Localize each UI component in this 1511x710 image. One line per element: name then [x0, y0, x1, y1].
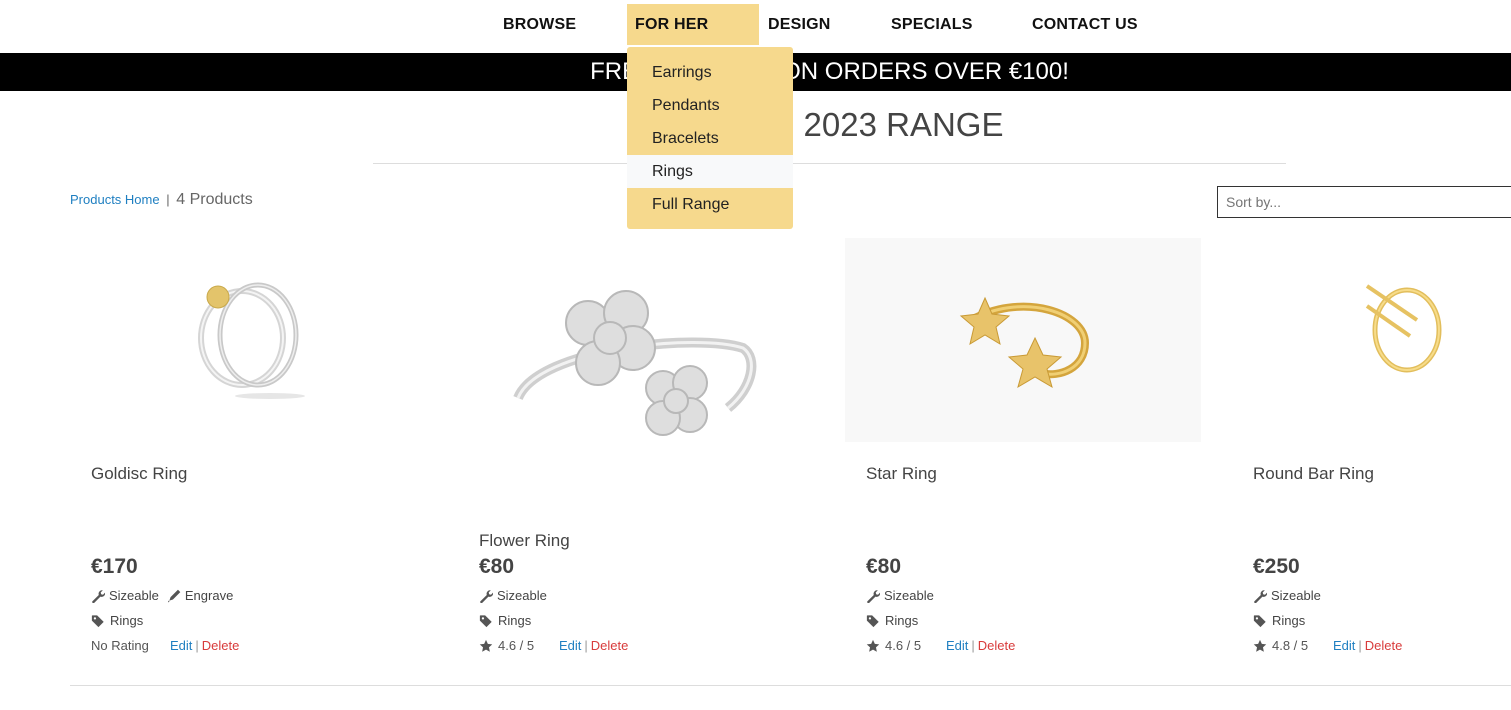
dropdown-item-full-range[interactable]: Full Range — [627, 188, 793, 221]
edit-link[interactable]: Edit — [170, 638, 192, 653]
product-category: Rings — [1253, 613, 1305, 628]
rating-value: 4.6 / 5 — [885, 638, 922, 653]
top-navigation: BROWSE FOR HER DESIGN SPECIALS CONTACT U… — [0, 0, 1511, 53]
product-card[interactable]: Goldisc Ring €170 Sizeable Engrave Rings… — [70, 238, 430, 653]
feature-sizeable: Sizeable — [1271, 588, 1321, 603]
action-separator: | — [1358, 638, 1362, 653]
category-label[interactable]: Rings — [110, 613, 143, 628]
edit-link[interactable]: Edit — [559, 638, 581, 653]
tag-icon — [479, 614, 492, 627]
feature-sizeable: Sizeable — [109, 588, 159, 603]
rating-value: No Rating — [91, 638, 149, 653]
breadcrumb: Products Home | 4 Products — [70, 191, 253, 209]
product-features: Sizeable — [479, 588, 547, 603]
breadcrumb-products-home-link[interactable]: Products Home — [70, 192, 160, 207]
product-card[interactable]: Star Ring €80 Sizeable Rings 4.6 / 5 Edi… — [845, 238, 1205, 653]
dropdown-item-earrings[interactable]: Earrings — [627, 56, 793, 89]
action-separator: | — [971, 638, 975, 653]
delete-link[interactable]: Delete — [1365, 638, 1403, 653]
product-features: Sizeable Engrave — [91, 588, 233, 603]
product-category: Rings — [91, 613, 143, 628]
tag-icon — [866, 614, 879, 627]
edit-link[interactable]: Edit — [946, 638, 968, 653]
feature-sizeable: Sizeable — [884, 588, 934, 603]
product-features: Sizeable — [1253, 588, 1321, 603]
product-category: Rings — [479, 613, 531, 628]
edit-link[interactable]: Edit — [1333, 638, 1355, 653]
wrench-icon — [480, 589, 493, 603]
category-label[interactable]: Rings — [498, 613, 531, 628]
wrench-icon — [92, 589, 105, 603]
product-rating: 4.6 / 5 — [866, 638, 946, 653]
range-divider — [373, 163, 1286, 164]
nav-design[interactable]: DESIGN — [768, 4, 831, 45]
product-price: €80 — [866, 555, 902, 578]
rating-value: 4.8 / 5 — [1272, 638, 1309, 653]
action-separator: | — [195, 638, 199, 653]
range-title: 2023 RANGE — [803, 106, 1004, 143]
nav-for-her[interactable]: FOR HER — [627, 4, 759, 45]
delete-link[interactable]: Delete — [591, 638, 629, 653]
product-card[interactable]: Flower Ring €80 Sizeable Rings 4.6 / 5 E… — [458, 238, 818, 653]
tag-icon — [91, 614, 104, 627]
product-features: Sizeable — [866, 588, 934, 603]
star-icon — [1253, 639, 1267, 652]
nav-browse[interactable]: BROWSE — [503, 4, 576, 45]
product-price: €250 — [1253, 555, 1300, 578]
product-meta: 4.8 / 5 Edit | Delete — [1253, 638, 1402, 653]
bottom-divider — [70, 685, 1511, 686]
product-meta: 4.6 / 5 Edit | Delete — [866, 638, 1015, 653]
product-image[interactable] — [1232, 238, 1511, 442]
product-price: €80 — [479, 555, 515, 578]
product-rating: No Rating — [91, 638, 170, 653]
action-separator: | — [584, 638, 588, 653]
category-label[interactable]: Rings — [885, 613, 918, 628]
product-rating: 4.6 / 5 — [479, 638, 559, 653]
wrench-icon — [867, 589, 880, 603]
feature-engrave: Engrave — [184, 588, 234, 603]
delete-link[interactable]: Delete — [978, 638, 1016, 653]
dropdown-item-bracelets[interactable]: Bracelets — [627, 122, 793, 155]
product-meta: No Rating Edit | Delete — [91, 638, 239, 653]
product-rating: 4.8 / 5 — [1253, 638, 1333, 653]
product-meta: 4.6 / 5 Edit | Delete — [479, 638, 628, 653]
product-card[interactable]: Round Bar Ring €250 Sizeable Rings 4.8 /… — [1232, 238, 1511, 653]
product-count: 4 Products — [176, 191, 253, 208]
nav-contact-us[interactable]: CONTACT US — [1032, 4, 1138, 45]
product-image[interactable] — [70, 238, 426, 442]
product-name[interactable]: Goldisc Ring — [91, 464, 187, 484]
tag-icon — [1253, 614, 1266, 627]
feature-sizeable: Sizeable — [497, 588, 547, 603]
rating-value: 4.6 / 5 — [498, 638, 535, 653]
product-image[interactable] — [845, 238, 1201, 442]
product-image[interactable] — [458, 238, 814, 442]
product-name[interactable]: Round Bar Ring — [1253, 464, 1374, 484]
sort-select[interactable] — [1217, 186, 1511, 218]
delete-link[interactable]: Delete — [202, 638, 240, 653]
product-name[interactable]: Flower Ring — [479, 531, 570, 551]
dropdown-item-pendants[interactable]: Pendants — [627, 89, 793, 122]
dropdown-item-rings[interactable]: Rings — [627, 155, 793, 188]
for-her-dropdown: Earrings Pendants Bracelets Rings Full R… — [627, 47, 793, 229]
wrench-icon — [1254, 589, 1267, 603]
star-icon — [479, 639, 493, 652]
product-name[interactable]: Star Ring — [866, 464, 937, 484]
product-category: Rings — [866, 613, 918, 628]
star-icon — [866, 639, 880, 652]
pen-icon — [167, 589, 181, 602]
nav-specials[interactable]: SPECIALS — [891, 4, 973, 45]
product-price: €170 — [91, 555, 138, 578]
breadcrumb-separator: | — [166, 192, 170, 207]
category-label[interactable]: Rings — [1272, 613, 1305, 628]
